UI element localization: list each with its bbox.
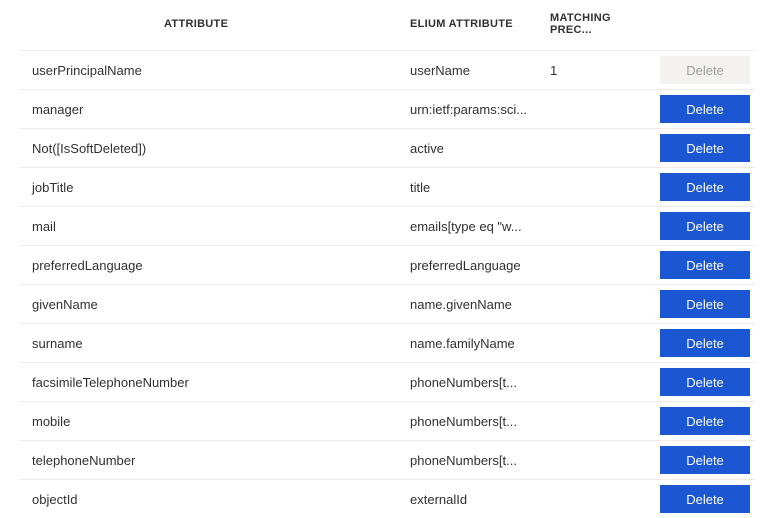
cell-attribute: objectId [20, 492, 410, 507]
cell-attribute: mobile [20, 414, 410, 429]
cell-elium-attribute: urn:ietf:params:sci... [410, 102, 550, 117]
cell-attribute: preferredLanguage [20, 258, 410, 273]
cell-attribute: givenName [20, 297, 410, 312]
cell-action: Delete [650, 95, 750, 123]
cell-elium-attribute: phoneNumbers[t... [410, 453, 550, 468]
cell-action: Delete [650, 251, 750, 279]
delete-button[interactable]: Delete [660, 446, 750, 474]
table-row: mailemails[type eq "w... Delete [20, 206, 755, 245]
cell-action: Delete [650, 212, 750, 240]
header-matching-precedence: MATCHING PREC... [550, 12, 650, 36]
cell-elium-attribute: preferredLanguage [410, 258, 550, 273]
cell-elium-attribute: externalId [410, 492, 550, 507]
cell-elium-attribute: title [410, 180, 550, 195]
table-row: facsimileTelephoneNumberphoneNumbers[t..… [20, 362, 755, 401]
cell-elium-attribute: phoneNumbers[t... [410, 414, 550, 429]
cell-attribute: telephoneNumber [20, 453, 410, 468]
delete-button: Delete [660, 56, 750, 84]
cell-action: Delete [650, 56, 750, 84]
cell-matching-precedence: 1 [550, 63, 650, 78]
cell-action: Delete [650, 407, 750, 435]
cell-elium-attribute: name.familyName [410, 336, 550, 351]
cell-elium-attribute: emails[type eq "w... [410, 219, 550, 234]
header-attribute: ATTRIBUTE [20, 18, 410, 30]
delete-button[interactable]: Delete [660, 485, 750, 513]
table-row: mobilephoneNumbers[t... Delete [20, 401, 755, 440]
cell-action: Delete [650, 485, 750, 513]
table-row: telephoneNumberphoneNumbers[t... Delete [20, 440, 755, 479]
delete-button[interactable]: Delete [660, 134, 750, 162]
cell-attribute: manager [20, 102, 410, 117]
table-row: preferredLanguagepreferredLanguage Delete [20, 245, 755, 284]
cell-elium-attribute: phoneNumbers[t... [410, 375, 550, 390]
header-elium-attribute: ELIUM ATTRIBUTE [410, 18, 550, 30]
cell-attribute: Not([IsSoftDeleted]) [20, 141, 410, 156]
table-row: givenNamename.givenName Delete [20, 284, 755, 323]
delete-button[interactable]: Delete [660, 95, 750, 123]
cell-attribute: mail [20, 219, 410, 234]
delete-button[interactable]: Delete [660, 368, 750, 396]
cell-action: Delete [650, 134, 750, 162]
delete-button[interactable]: Delete [660, 407, 750, 435]
cell-elium-attribute: active [410, 141, 550, 156]
delete-button[interactable]: Delete [660, 290, 750, 318]
cell-action: Delete [650, 173, 750, 201]
delete-button[interactable]: Delete [660, 251, 750, 279]
delete-button[interactable]: Delete [660, 329, 750, 357]
table-row: objectIdexternalId Delete [20, 479, 755, 518]
table-row: managerurn:ietf:params:sci... Delete [20, 89, 755, 128]
cell-attribute: userPrincipalName [20, 63, 410, 78]
delete-button[interactable]: Delete [660, 173, 750, 201]
cell-elium-attribute: userName [410, 63, 550, 78]
cell-elium-attribute: name.givenName [410, 297, 550, 312]
table-header-row: ATTRIBUTE ELIUM ATTRIBUTE MATCHING PREC.… [20, 0, 755, 50]
cell-attribute: surname [20, 336, 410, 351]
cell-attribute: jobTitle [20, 180, 410, 195]
cell-action: Delete [650, 368, 750, 396]
table-row: jobTitletitle Delete [20, 167, 755, 206]
cell-action: Delete [650, 329, 750, 357]
cell-attribute: facsimileTelephoneNumber [20, 375, 410, 390]
table-row: surnamename.familyName Delete [20, 323, 755, 362]
cell-action: Delete [650, 446, 750, 474]
table-row: Not([IsSoftDeleted])active Delete [20, 128, 755, 167]
delete-button[interactable]: Delete [660, 212, 750, 240]
attribute-mapping-table: ATTRIBUTE ELIUM ATTRIBUTE MATCHING PREC.… [0, 0, 775, 518]
table-row: userPrincipalNameuserName1 Delete [20, 50, 755, 89]
cell-action: Delete [650, 290, 750, 318]
